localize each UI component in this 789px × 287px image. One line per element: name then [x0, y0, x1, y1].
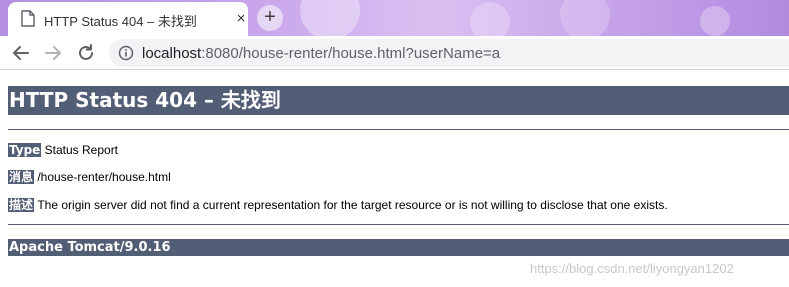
info-row-type: Type Status Report [8, 142, 118, 158]
address-bar[interactable]: localhost:8080/house-renter/house.html?u… [109, 39, 789, 67]
background-decoration [700, 6, 730, 36]
info-icon[interactable] [118, 45, 134, 61]
row-label: 消息 [8, 170, 35, 184]
browser-tab[interactable]: HTTP Status 404 – 未找到 × [8, 2, 248, 36]
reload-icon[interactable] [75, 42, 97, 64]
divider [8, 224, 789, 225]
url-path: :8080/house-renter/house.html?userName=a [201, 45, 501, 62]
forward-arrow-icon[interactable] [42, 42, 64, 64]
server-footer: Apache Tomcat/9.0.16 [8, 239, 789, 256]
close-icon[interactable]: × [232, 10, 250, 28]
document-icon [21, 10, 35, 27]
row-value: Status Report [41, 143, 119, 157]
tab-strip: HTTP Status 404 – 未找到 × + [0, 0, 789, 36]
tab-title: HTTP Status 404 – 未找到 [44, 14, 197, 29]
row-label: 描述 [8, 198, 35, 212]
url-host: localhost [142, 45, 202, 62]
row-value: /house-renter/house.html [34, 170, 171, 184]
background-decoration [470, 2, 510, 36]
new-tab-button[interactable]: + [257, 5, 283, 31]
back-arrow-icon[interactable] [10, 42, 32, 64]
row-label: Type [8, 143, 42, 157]
info-row-message: 消息 /house-renter/house.html [8, 169, 171, 185]
page-title: HTTP Status 404 – 未找到 [8, 86, 789, 115]
info-row-description: 描述 The origin server did not find a curr… [8, 197, 668, 213]
background-decoration [300, 0, 360, 36]
browser-toolbar: localhost:8080/house-renter/house.html?u… [0, 36, 789, 70]
divider [8, 129, 789, 130]
watermark: https://blog.csdn.net/liyongyan1202 [530, 261, 734, 276]
background-decoration [560, 0, 610, 36]
url-text[interactable]: localhost:8080/house-renter/house.html?u… [142, 45, 500, 62]
row-value: The origin server did not find a current… [34, 198, 668, 212]
